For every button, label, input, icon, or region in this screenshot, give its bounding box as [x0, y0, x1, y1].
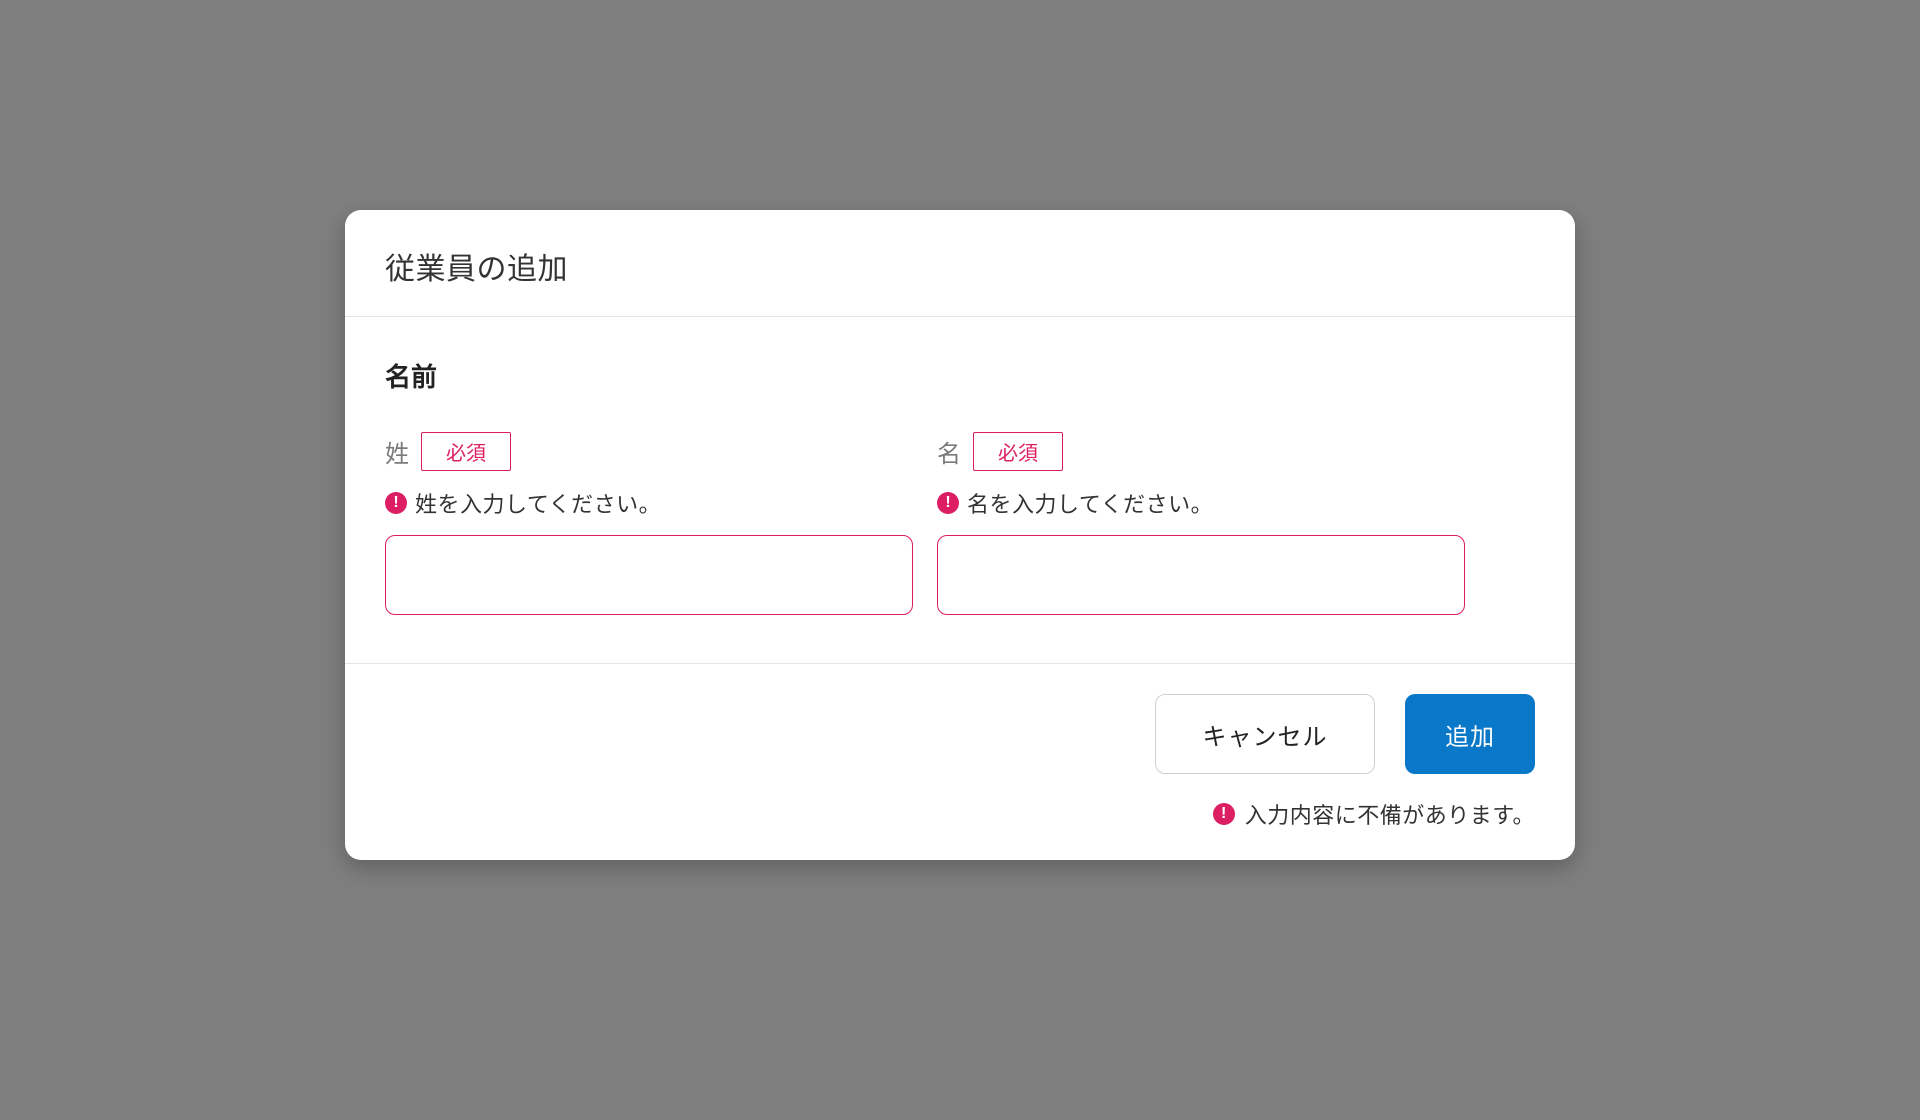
last-name-field-group: 姓 必須 姓を入力してください。 — [385, 432, 913, 615]
dialog-footer: キャンセル 追加 入力内容に不備があります。 — [345, 664, 1575, 860]
last-name-label-row: 姓 必須 — [385, 432, 913, 471]
submit-button[interactable]: 追加 — [1405, 694, 1535, 774]
footer-error-text: 入力内容に不備があります。 — [1245, 798, 1535, 830]
required-badge: 必須 — [973, 432, 1063, 471]
last-name-error-row: 姓を入力してください。 — [385, 487, 913, 519]
cancel-button[interactable]: キャンセル — [1155, 694, 1375, 774]
first-name-error-row: 名を入力してください。 — [937, 487, 1465, 519]
first-name-label-row: 名 必須 — [937, 432, 1465, 471]
footer-button-row: キャンセル 追加 — [1155, 694, 1535, 774]
last-name-error-text: 姓を入力してください。 — [415, 487, 661, 519]
error-icon — [937, 492, 959, 514]
first-name-field-group: 名 必須 名を入力してください。 — [937, 432, 1465, 615]
name-fields-row: 姓 必須 姓を入力してください。 名 必須 名を入力してください。 — [385, 432, 1535, 615]
error-icon — [385, 492, 407, 514]
dialog-header: 従業員の追加 — [345, 210, 1575, 317]
footer-error-row: 入力内容に不備があります。 — [1213, 798, 1535, 830]
last-name-input[interactable] — [385, 535, 913, 615]
first-name-error-text: 名を入力してください。 — [967, 487, 1213, 519]
section-title-name: 名前 — [385, 357, 1535, 394]
dialog-title: 従業員の追加 — [385, 244, 1535, 288]
error-icon — [1213, 803, 1235, 825]
first-name-label: 名 — [937, 434, 961, 469]
first-name-input[interactable] — [937, 535, 1465, 615]
required-badge: 必須 — [421, 432, 511, 471]
add-employee-dialog: 従業員の追加 名前 姓 必須 姓を入力してください。 名 必須 — [345, 210, 1575, 860]
dialog-body: 名前 姓 必須 姓を入力してください。 名 必須 — [345, 317, 1575, 664]
last-name-label: 姓 — [385, 434, 409, 469]
